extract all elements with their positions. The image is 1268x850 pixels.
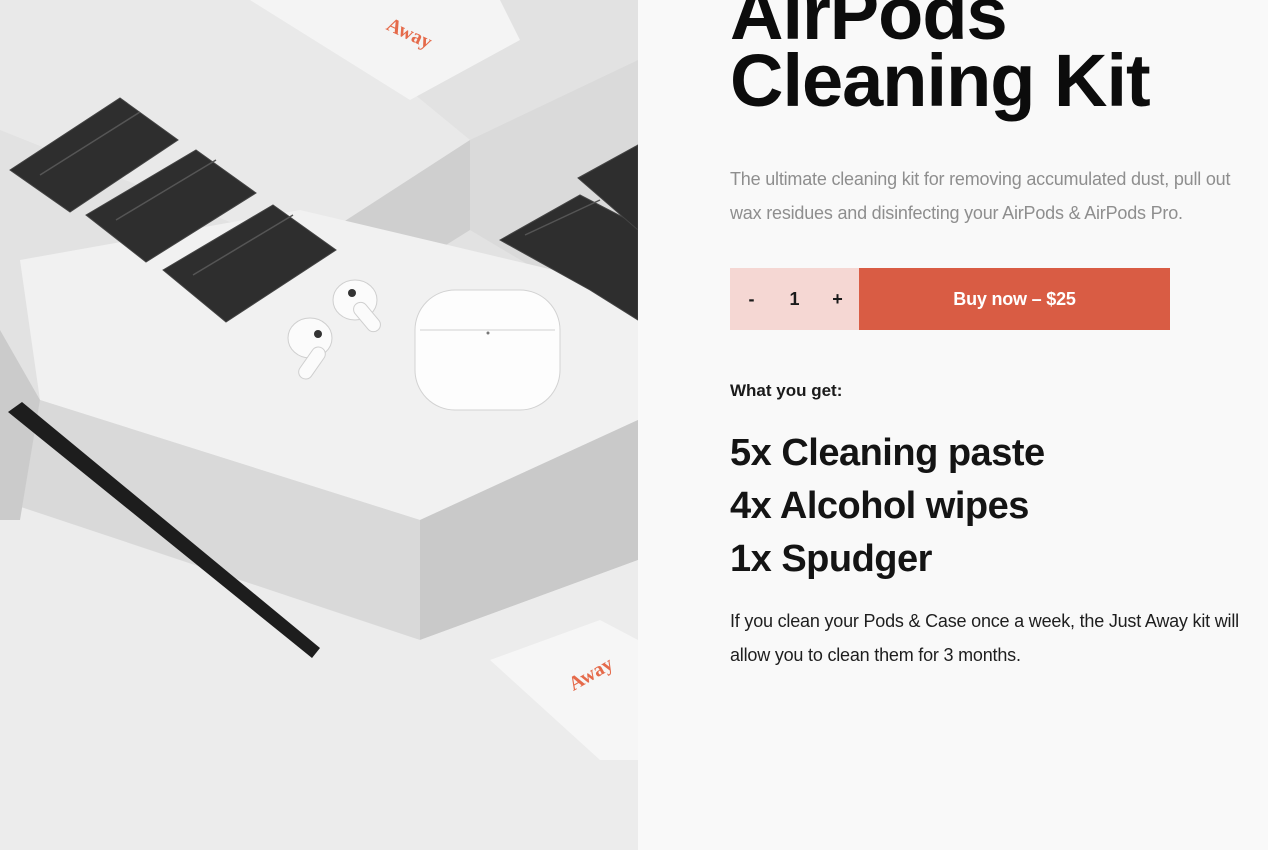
list-item: 4x Alcohol wipes: [730, 485, 1029, 527]
increment-button[interactable]: +: [823, 289, 853, 310]
product-illustration: Away Away: [0, 0, 638, 850]
product-title: AirPods Cleaning Kit: [730, 0, 1151, 122]
product-title-line2: Cleaning Kit: [730, 39, 1151, 122]
contents-heading: What you get:: [730, 381, 843, 400]
buy-now-button[interactable]: Buy now – $25: [859, 268, 1170, 330]
list-item: 1x Spudger: [730, 538, 932, 580]
usage-note: If you clean your Pods & Case once a wee…: [730, 611, 1239, 665]
quantity-stepper: - 1 +: [730, 268, 859, 330]
list-item: 5x Cleaning paste: [730, 432, 1045, 474]
contents-list: 5x Cleaning paste 4x Alcohol wipes 1x Sp…: [730, 427, 1045, 586]
purchase-row: - 1 + Buy now – $25: [730, 268, 1170, 330]
decrement-button[interactable]: -: [737, 289, 767, 310]
product-image: Away Away: [0, 0, 638, 850]
quantity-value[interactable]: 1: [780, 289, 810, 310]
product-description: The ultimate cleaning kit for removing a…: [730, 169, 1231, 223]
